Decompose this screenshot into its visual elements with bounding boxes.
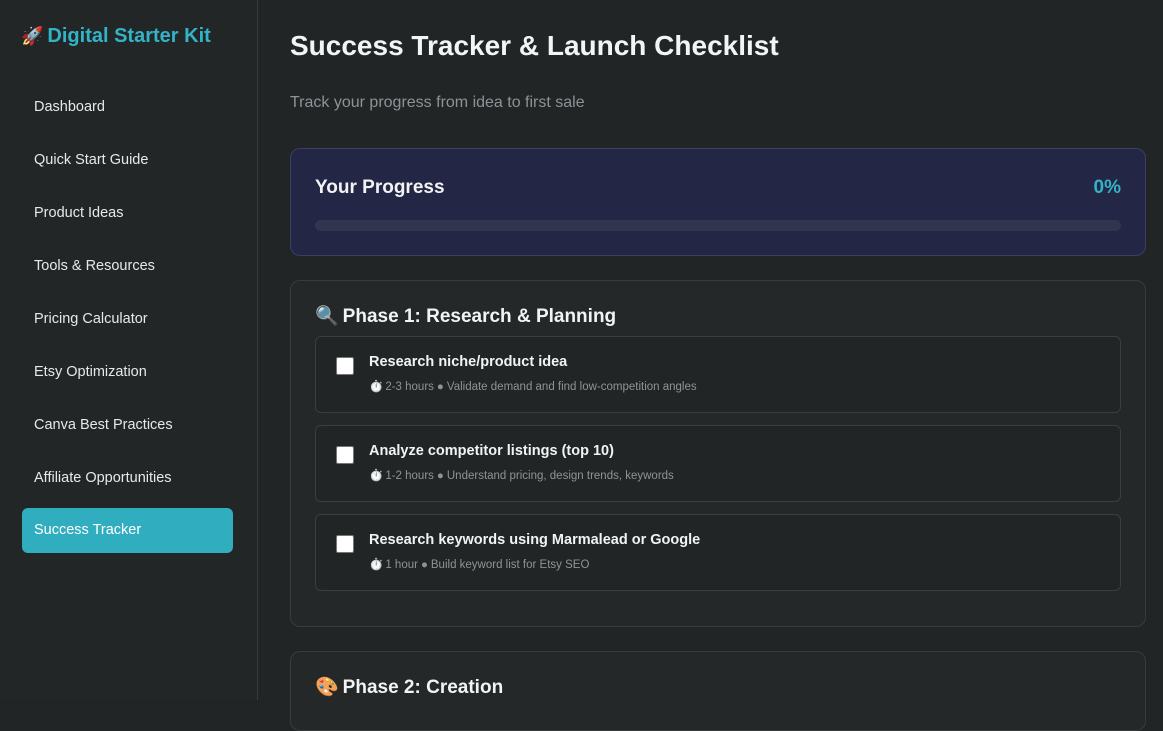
task-title: Research keywords using Marmalead or Goo…: [369, 532, 701, 548]
stopwatch-icon: ⏱️: [369, 381, 384, 393]
progress-bar: [315, 220, 1121, 231]
sidebar-nav: Dashboard Quick Start Guide Product Idea…: [22, 84, 233, 561]
phase-card-creation: 🎨 Phase 2: Creation: [290, 651, 1146, 731]
sidebar-item-etsy-optimization[interactable]: Etsy Optimization: [22, 349, 233, 394]
phase-title-text: Phase 1: Research & Planning: [342, 306, 617, 327]
page-subtitle: Track your progress from idea to first s…: [290, 94, 585, 111]
bullet-separator: ●: [420, 559, 428, 571]
task-description: Validate demand and find low-competition…: [446, 381, 697, 393]
progress-percentage: 0%: [1093, 177, 1121, 198]
sidebar-item-pricing-calculator[interactable]: Pricing Calculator: [22, 296, 233, 341]
task-description: Build keyword list for Etsy SEO: [430, 559, 590, 571]
sidebar-item-canva-best-practices[interactable]: Canva Best Practices: [22, 402, 233, 447]
rocket-icon: 🚀: [21, 26, 44, 46]
sidebar-item-quick-start-guide[interactable]: Quick Start Guide: [22, 137, 233, 182]
sidebar-item-tools-resources[interactable]: Tools & Resources: [22, 243, 233, 288]
stopwatch-icon: ⏱️: [369, 559, 384, 571]
sidebar-item-dashboard[interactable]: Dashboard: [22, 84, 233, 129]
task-meta: ⏱️ 2-3 hours ● Validate demand and find low…: [369, 379, 697, 393]
magnifying-glass-icon: 🔍: [315, 306, 339, 327]
bullet-separator: ●: [436, 381, 444, 393]
palette-icon: 🎨: [315, 677, 339, 698]
phase-title: 🎨 Phase 2: Creation: [315, 675, 503, 699]
task-checkbox[interactable]: [336, 357, 354, 375]
task-duration: 1-2 hours: [385, 470, 434, 482]
phase-card-research-planning: 🔍 Phase 1: Research & Planning Research n…: [290, 280, 1146, 627]
phase-title: 🔍 Phase 1: Research & Planning: [315, 304, 616, 328]
progress-label: Your Progress: [315, 177, 445, 198]
task-duration: 2-3 hours: [385, 381, 434, 393]
brand-logo[interactable]: 🚀 Digital Starter Kit: [21, 25, 211, 48]
task-checkbox[interactable]: [336, 535, 354, 553]
sidebar-item-success-tracker[interactable]: Success Tracker: [22, 508, 233, 553]
phase-title-text: Phase 2: Creation: [342, 677, 504, 698]
page-title: Success Tracker & Launch Checklist: [290, 30, 779, 61]
task-title: Research niche/product idea: [369, 354, 568, 370]
task-description: Understand pricing, design trends, keywo…: [446, 470, 674, 482]
task-item: Research keywords using Marmalead or Goo…: [315, 514, 1121, 591]
task-duration: 1 hour: [385, 559, 418, 571]
sidebar-item-product-ideas[interactable]: Product Ideas: [22, 190, 233, 235]
task-checkbox[interactable]: [336, 446, 354, 464]
brand-name: Digital Starter Kit: [47, 25, 211, 47]
sidebar: 🚀 Digital Starter Kit Dashboard Quick Sta…: [0, 0, 258, 700]
bullet-separator: ●: [436, 470, 444, 482]
sidebar-item-affiliate-opportunities[interactable]: Affiliate Opportunities: [22, 455, 233, 500]
task-title: Analyze competitor listings (top 10): [369, 443, 614, 459]
task-meta: ⏱️ 1-2 hours ● Understand pricing, design t…: [369, 468, 674, 482]
stopwatch-icon: ⏱️: [369, 470, 384, 482]
task-item: Research niche/product idea ⏱️ 2-3 hours ●…: [315, 336, 1121, 413]
task-meta: ⏱️ 1 hour ● Build keyword list for Etsy SEO: [369, 557, 589, 571]
main-content: Success Tracker & Launch Checklist Track…: [258, 0, 1163, 731]
progress-card: Your Progress 0%: [290, 148, 1146, 256]
task-item: Analyze competitor listings (top 10) ⏱️ 1…: [315, 425, 1121, 502]
